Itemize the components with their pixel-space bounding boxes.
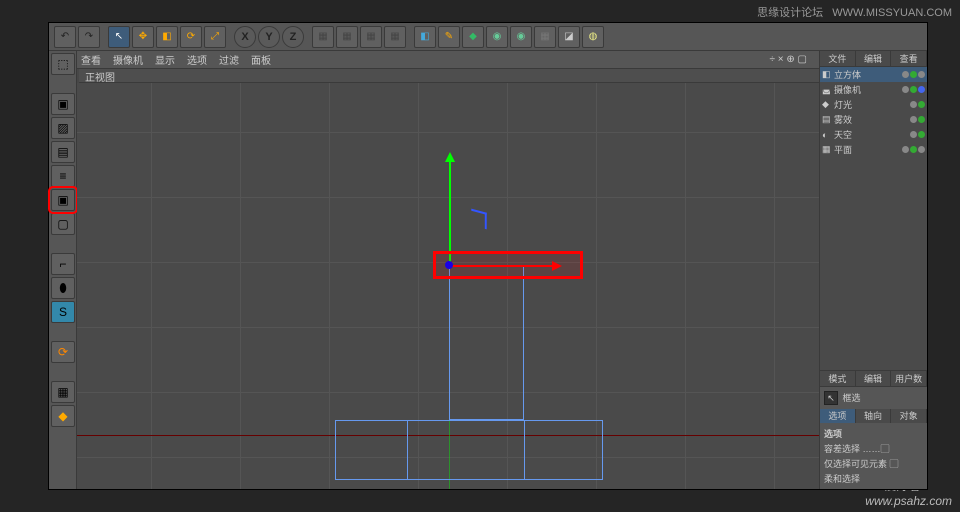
tab-userdata[interactable]: 用户数	[891, 371, 927, 386]
cube-edge	[407, 420, 408, 480]
move-tool-button[interactable]: ✥	[132, 26, 154, 48]
object-label: 立方体	[834, 68, 902, 81]
viewport-label: 正视图	[79, 69, 821, 83]
object-label: 平面	[834, 143, 902, 156]
tab-mode[interactable]: 模式	[820, 371, 856, 386]
cube-primitive-button[interactable]: ◧	[414, 26, 436, 48]
object-row-sky[interactable]: ◐ 天空	[820, 127, 927, 142]
fog-icon: ▤	[822, 114, 834, 125]
menu-display[interactable]: 显示	[155, 52, 175, 67]
gizmo-y-axis[interactable]	[449, 155, 451, 265]
subtab-options[interactable]: 选项	[820, 409, 856, 423]
menu-filter[interactable]: 过滤	[219, 52, 239, 67]
right-panels: 文件 编辑 查看 ◧ 立方体 ◛ 摄像机 ◆ 灯光 ▤ 雾效	[819, 51, 927, 489]
plane-icon: ▦	[822, 144, 834, 155]
sky-icon: ◐	[822, 130, 834, 140]
snap-button[interactable]: S	[51, 301, 75, 323]
redo-button[interactable]: ↷	[78, 26, 100, 48]
tab-edit[interactable]: 编辑	[856, 51, 892, 66]
deformer-button[interactable]: ◆	[462, 26, 484, 48]
watermark-forum: 思缘设计论坛	[757, 7, 823, 19]
env2-button[interactable]: ◉	[510, 26, 532, 48]
point-mode-button[interactable]: ⬮	[51, 277, 75, 299]
object-label: 天空	[834, 128, 910, 141]
model-mode-button[interactable]: ▣	[51, 93, 75, 115]
camera-icon: ◛	[822, 84, 834, 95]
pen-tool-button[interactable]: ✎	[438, 26, 460, 48]
layers-button[interactable]: ≡	[51, 165, 75, 187]
cube-icon: ◧	[822, 69, 834, 80]
subtab-object[interactable]: 对象	[891, 409, 927, 423]
object-manager-tabs: 文件 编辑 查看	[820, 51, 927, 67]
viewport-menu: 查看 摄像机 显示 选项 过滤 面板 ÷ × ⊕ ▢	[77, 51, 819, 69]
viewport[interactable]: 查看 摄像机 显示 选项 过滤 面板 ÷ × ⊕ ▢ 正视图	[77, 51, 819, 489]
tab-file[interactable]: 文件	[820, 51, 856, 66]
cube-geometry-bottom[interactable]	[335, 420, 603, 480]
anim2-button[interactable]: ▦	[360, 26, 382, 48]
tolerance-select-row[interactable]: 容差选择 ……▢	[824, 442, 923, 455]
cube-edge-2	[524, 420, 525, 480]
scale-tool-button[interactable]: ⤢	[204, 26, 226, 48]
undo-button[interactable]: ↶	[54, 26, 76, 48]
diamond-button[interactable]: ◆	[51, 405, 75, 427]
tab-edit2[interactable]: 编辑	[856, 371, 892, 386]
y-axis-button[interactable]: Y	[258, 26, 280, 48]
object-row-cube[interactable]: ◧ 立方体	[820, 67, 927, 82]
soft-select-row[interactable]: 柔和选择	[824, 472, 923, 485]
select-mode-icon: ↖	[824, 391, 838, 405]
grid-button[interactable]: ▦	[534, 26, 556, 48]
attribute-manager: 模式 编辑 用户数 ↖ 框选 选项 轴向 对象 选项 容差选择 ……▢ 仅选择可…	[820, 370, 927, 490]
light-button[interactable]: ◍	[582, 26, 604, 48]
object-label: 摄像机	[834, 83, 902, 96]
mode-label: 框选	[843, 393, 861, 403]
render-button[interactable]: ▦	[312, 26, 334, 48]
env1-button[interactable]: ◉	[486, 26, 508, 48]
object-row-camera[interactable]: ◛ 摄像机	[820, 82, 927, 97]
magnet-button[interactable]: ⟳	[51, 341, 75, 363]
menu-panel[interactable]: 面板	[251, 52, 271, 67]
z-axis-button[interactable]: Z	[282, 26, 304, 48]
cube-geometry-top[interactable]	[449, 265, 524, 420]
object-label: 雾效	[834, 113, 910, 126]
object-manager[interactable]: ◧ 立方体 ◛ 摄像机 ◆ 灯光 ▤ 雾效 ◐ 天空	[820, 67, 927, 157]
make-editable-button[interactable]: ⬚	[51, 53, 75, 75]
object-row-fog[interactable]: ▤ 雾效	[820, 112, 927, 127]
texture-mode-button[interactable]: ▨	[51, 117, 75, 139]
subtab-axis[interactable]: 轴向	[856, 409, 892, 423]
viewport-canvas[interactable]	[77, 83, 819, 489]
workplane-button[interactable]: ▤	[51, 141, 75, 163]
section-heading: 选项	[824, 427, 923, 440]
rotate-tool-button[interactable]: ⟳	[180, 26, 202, 48]
menu-options[interactable]: 选项	[187, 52, 207, 67]
viewport-nav-icons[interactable]: ÷ × ⊕ ▢	[770, 54, 808, 65]
edge-mode-button[interactable]: ⌐	[51, 253, 75, 275]
workplane2-button[interactable]: ▦	[51, 381, 75, 403]
app-window: ↶ ↷ ↖ ✥ ◧ ⟳ ⤢ X Y Z ▦ ▦ ▦ ▦ ◧ ✎ ◆ ◉ ◉ ▦ …	[48, 22, 928, 490]
left-toolbar: ⬚ ▣ ▨ ▤ ≡ ▣ ▢ ⌐ ⬮ S ⟳ ▦ ◆	[49, 51, 77, 489]
menu-view[interactable]: 查看	[81, 52, 101, 67]
highlight-annotation	[433, 251, 583, 279]
select-tool-button[interactable]: ↖	[108, 26, 130, 48]
watermark-psahz: www.psahz.com	[865, 494, 952, 508]
camera-button[interactable]: ◪	[558, 26, 580, 48]
object-row-plane[interactable]: ▦ 平面	[820, 142, 927, 157]
anim1-button[interactable]: ▦	[336, 26, 358, 48]
object-row-light[interactable]: ◆ 灯光	[820, 97, 927, 112]
main-toolbar: ↶ ↷ ↖ ✥ ◧ ⟳ ⤢ X Y Z ▦ ▦ ▦ ▦ ◧ ✎ ◆ ◉ ◉ ▦ …	[49, 23, 927, 51]
watermark-url: WWW.MISSYUAN.COM	[832, 7, 952, 19]
object-mode-button[interactable]: ▣	[51, 189, 75, 211]
axis-blue-marker	[471, 209, 486, 230]
polygon-mode-button[interactable]: ▢	[51, 213, 75, 235]
object-label: 灯光	[834, 98, 910, 111]
x-axis-button[interactable]: X	[234, 26, 256, 48]
visible-only-row[interactable]: 仅选择可见元素 ▢	[824, 457, 923, 470]
menu-camera[interactable]: 摄像机	[113, 52, 143, 67]
cube-tool-button[interactable]: ◧	[156, 26, 178, 48]
light-icon: ◆	[822, 99, 834, 110]
tab-view[interactable]: 查看	[891, 51, 927, 66]
anim3-button[interactable]: ▦	[384, 26, 406, 48]
